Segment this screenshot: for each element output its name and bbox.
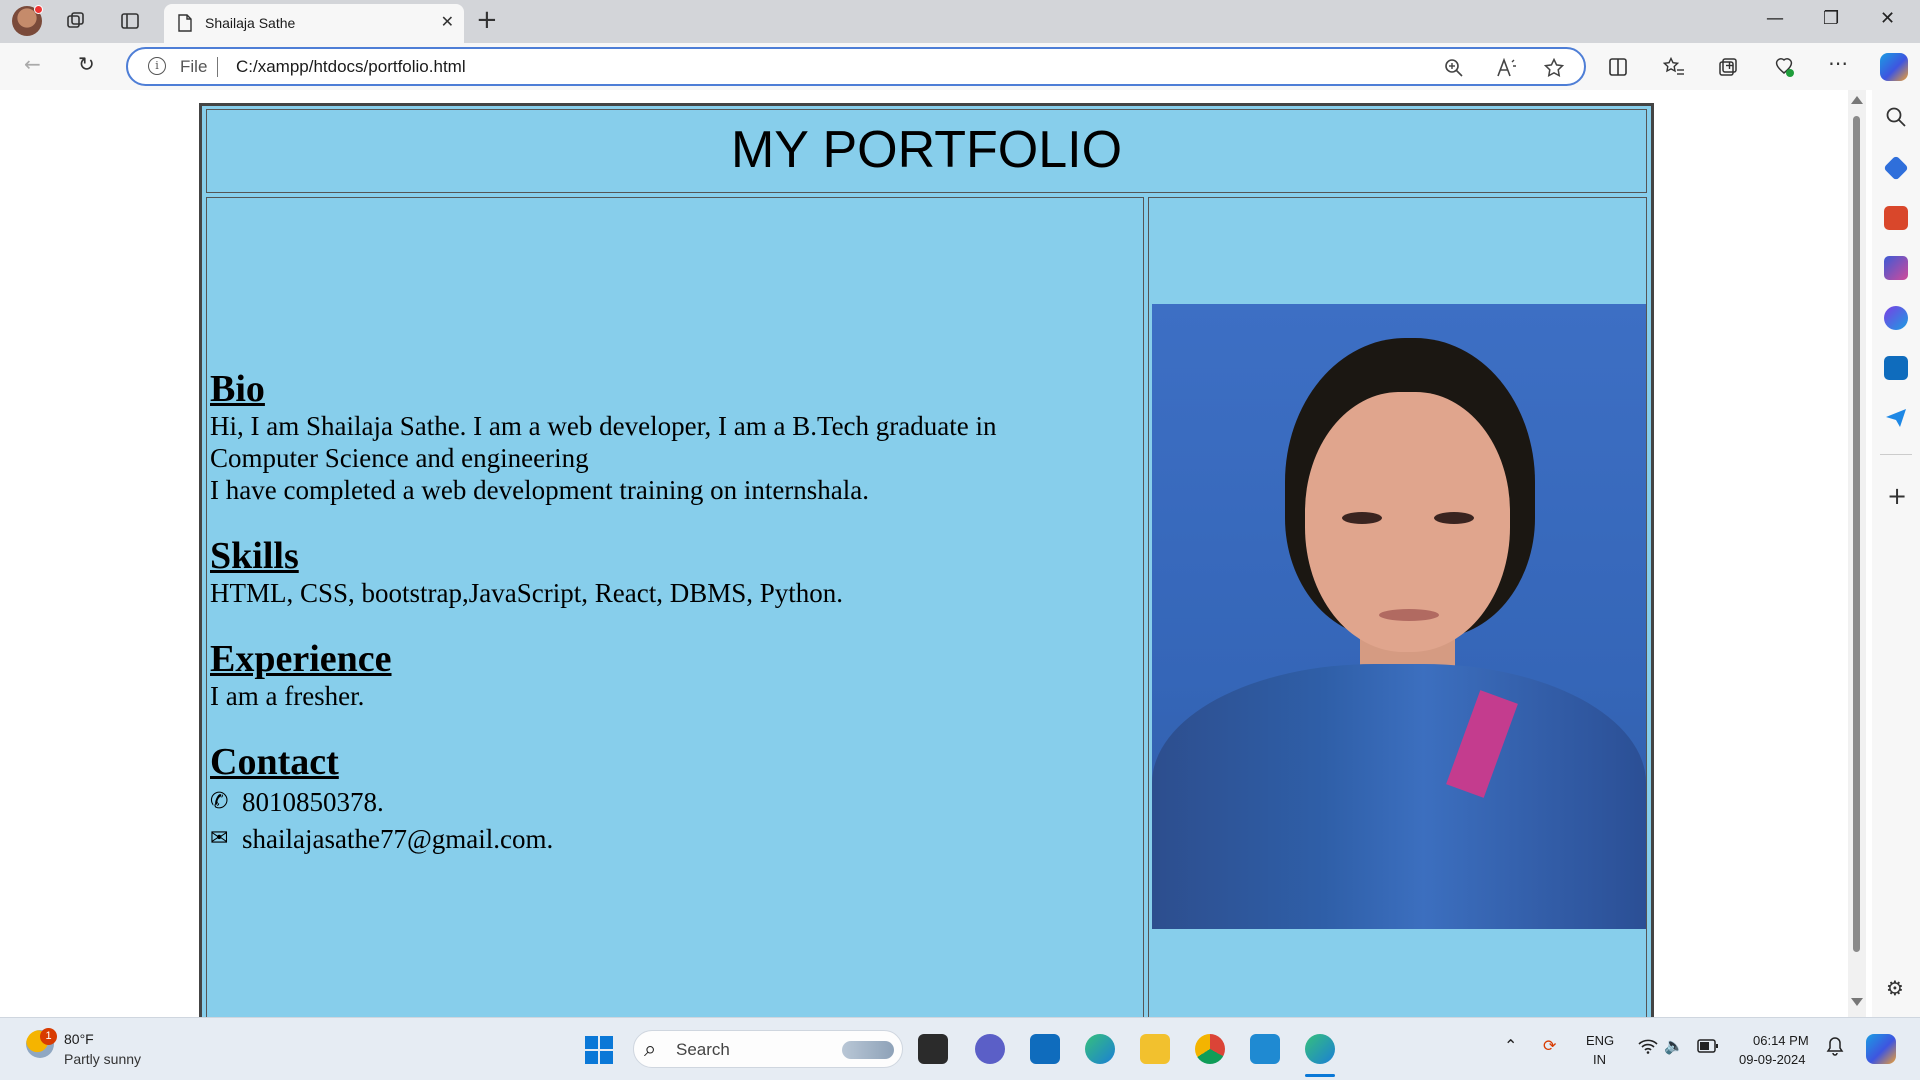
portfolio-table: MY PORTFOLIO Bio Hi, I am Shailaja Sathe… <box>199 103 1654 1017</box>
skills-heading: Skills <box>210 535 299 577</box>
browser-title-bar: Shailaja Sathe ✕ + — ❐ ✕ <box>0 0 1920 43</box>
split-screen-icon[interactable] <box>1608 57 1628 77</box>
mail-app-icon[interactable] <box>1030 1034 1060 1064</box>
zoom-icon[interactable] <box>1444 58 1464 78</box>
bio-line-2: Computer Science and engineering <box>210 443 589 473</box>
favorites-icon[interactable] <box>1663 57 1685 77</box>
weather-description[interactable]: Partly sunny <box>64 1051 141 1067</box>
tab-portfolio[interactable]: Shailaja Sathe ✕ <box>164 4 464 43</box>
show-hidden-icons-chevron-icon[interactable]: ⌃ <box>1504 1036 1517 1055</box>
workspaces-icon[interactable] <box>62 7 90 35</box>
copilot-taskbar-icon[interactable] <box>1866 1034 1896 1064</box>
reload-icon[interactable]: ↻ <box>78 52 95 76</box>
address-bar[interactable]: i File C:/xampp/htdocs/portfolio.html <box>126 47 1586 86</box>
page-viewport: MY PORTFOLIO Bio Hi, I am Shailaja Sathe… <box>5 90 1850 1017</box>
address-separator <box>217 57 218 77</box>
tools-briefcase-icon[interactable] <box>1884 206 1908 230</box>
edge-app-icon[interactable] <box>1085 1034 1115 1064</box>
input-language[interactable]: ENG <box>1586 1033 1614 1048</box>
read-aloud-icon[interactable] <box>1496 58 1518 78</box>
info-cell: Bio Hi, I am Shailaja Sathe. I am a web … <box>206 197 1144 1017</box>
sidebar-divider <box>1880 454 1912 455</box>
copilot-icon[interactable] <box>1880 53 1908 81</box>
send-icon[interactable] <box>1884 406 1908 430</box>
email-address: shailajasathe77@gmail.com. <box>242 824 554 854</box>
taskbar-search-label: Search <box>676 1040 730 1059</box>
contact-heading: Contact <box>210 741 339 783</box>
close-window-button[interactable]: ✕ <box>1880 8 1895 29</box>
site-info-icon[interactable]: i <box>148 57 166 75</box>
address-scheme-label: File <box>180 57 208 76</box>
input-region[interactable]: IN <box>1593 1052 1606 1067</box>
search-icon: ⌕ <box>644 1037 657 1062</box>
phone-number: 8010850378. <box>242 787 384 817</box>
start-windows-icon[interactable] <box>585 1036 613 1064</box>
vscode-icon[interactable] <box>1250 1034 1280 1064</box>
taskbar-search-box[interactable]: ⌕ Search <box>633 1030 903 1068</box>
scroll-down-arrow-icon[interactable] <box>1851 998 1863 1006</box>
scroll-thumb[interactable] <box>1853 116 1860 952</box>
scroll-up-arrow-icon[interactable] <box>1851 96 1863 104</box>
new-tab-button[interactable]: + <box>476 7 498 33</box>
collections-icon[interactable] <box>1718 57 1738 77</box>
active-app-indicator <box>1305 1074 1335 1077</box>
contact-phone: ✆ 8010850378. <box>210 786 384 818</box>
mail-icon: ✉ <box>210 826 229 851</box>
weather-temperature[interactable]: 80°F <box>64 1031 94 1047</box>
address-url-input[interactable]: C:/xampp/htdocs/portfolio.html <box>236 57 466 77</box>
windows-taskbar: 1 80°F Partly sunny ⌕ Search ⌃ ⟳ ENG IN … <box>0 1017 1920 1080</box>
notification-bell-icon[interactable] <box>1826 1036 1844 1056</box>
file-explorer-icon[interactable] <box>1140 1034 1170 1064</box>
volume-icon[interactable]: 🔈 <box>1664 1036 1684 1055</box>
profile-notification-dot <box>34 5 43 14</box>
more-options-icon[interactable]: ⋯ <box>1828 51 1848 75</box>
games-icon[interactable] <box>1884 256 1908 280</box>
phone-icon: ✆ <box>210 789 229 814</box>
tab-actions-icon[interactable] <box>116 7 144 35</box>
microsoft-365-icon[interactable] <box>1884 306 1908 330</box>
add-sidebar-app-icon[interactable]: + <box>1887 482 1907 510</box>
battery-icon[interactable] <box>1697 1039 1719 1053</box>
weather-badge: 1 <box>40 1028 57 1045</box>
edge-sidebar: + ⚙ <box>1872 90 1920 1017</box>
experience-text: I am a fresher. <box>210 681 365 711</box>
tab-close-icon[interactable]: ✕ <box>441 12 454 31</box>
page-icon <box>178 14 192 32</box>
photo-cell <box>1148 197 1647 1017</box>
page-title: MY PORTFOLIO <box>730 121 1123 179</box>
sync-icon[interactable]: ⟳ <box>1543 1036 1556 1055</box>
sidebar-search-icon[interactable] <box>1885 106 1907 128</box>
favorite-star-icon[interactable] <box>1544 58 1564 78</box>
minimize-button[interactable]: — <box>1766 8 1784 29</box>
back-arrow-icon[interactable]: ← <box>24 52 41 76</box>
sidebar-settings-gear-icon[interactable]: ⚙ <box>1886 976 1904 1000</box>
search-highlight-icon <box>842 1041 894 1059</box>
task-view-icon[interactable] <box>918 1034 948 1064</box>
maximize-button[interactable]: ❐ <box>1823 8 1839 29</box>
page-scrollbar[interactable] <box>1848 90 1866 1017</box>
contact-email: ✉ shailajasathe77@gmail.com. <box>210 823 553 855</box>
outlook-icon[interactable] <box>1884 356 1908 380</box>
browser-essentials-icon[interactable] <box>1773 56 1795 78</box>
skills-text: HTML, CSS, bootstrap,JavaScript, React, … <box>210 578 843 608</box>
bio-line-1: Hi, I am Shailaja Sathe. I am a web deve… <box>210 411 997 441</box>
clock-date[interactable]: 09-09-2024 <box>1739 1052 1806 1067</box>
chrome-icon[interactable] <box>1195 1034 1225 1064</box>
profile-photo <box>1152 304 1646 929</box>
teams-chat-icon[interactable] <box>975 1034 1005 1064</box>
browser-toolbar: ← ↻ i File C:/xampp/htdocs/portfolio.htm… <box>0 43 1920 90</box>
shopping-tag-icon[interactable] <box>1883 155 1909 181</box>
wifi-icon[interactable] <box>1638 1038 1658 1054</box>
header-cell: MY PORTFOLIO <box>206 109 1647 193</box>
tab-title: Shailaja Sathe <box>205 15 296 31</box>
bio-heading: Bio <box>210 368 265 410</box>
clock-time[interactable]: 06:14 PM <box>1753 1033 1809 1048</box>
bio-line-3: I have completed a web development train… <box>210 475 870 505</box>
edge-active-app-icon[interactable] <box>1305 1034 1335 1064</box>
experience-heading: Experience <box>210 638 392 680</box>
